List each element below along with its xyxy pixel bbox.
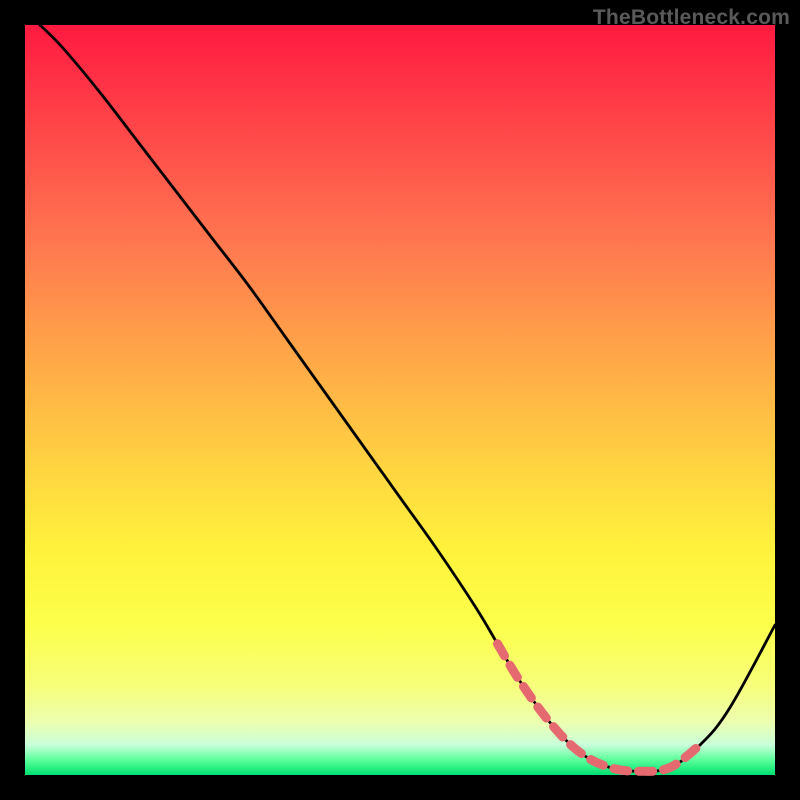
gradient-plot-area — [25, 25, 775, 775]
watermark-text: TheBottleneck.com — [593, 6, 790, 30]
chart-frame: { "watermark": "TheBottleneck.com", "cha… — [0, 0, 800, 800]
optimal-range-highlight — [498, 644, 701, 772]
curve-layer — [25, 25, 775, 775]
bottleneck-curve — [40, 25, 775, 771]
